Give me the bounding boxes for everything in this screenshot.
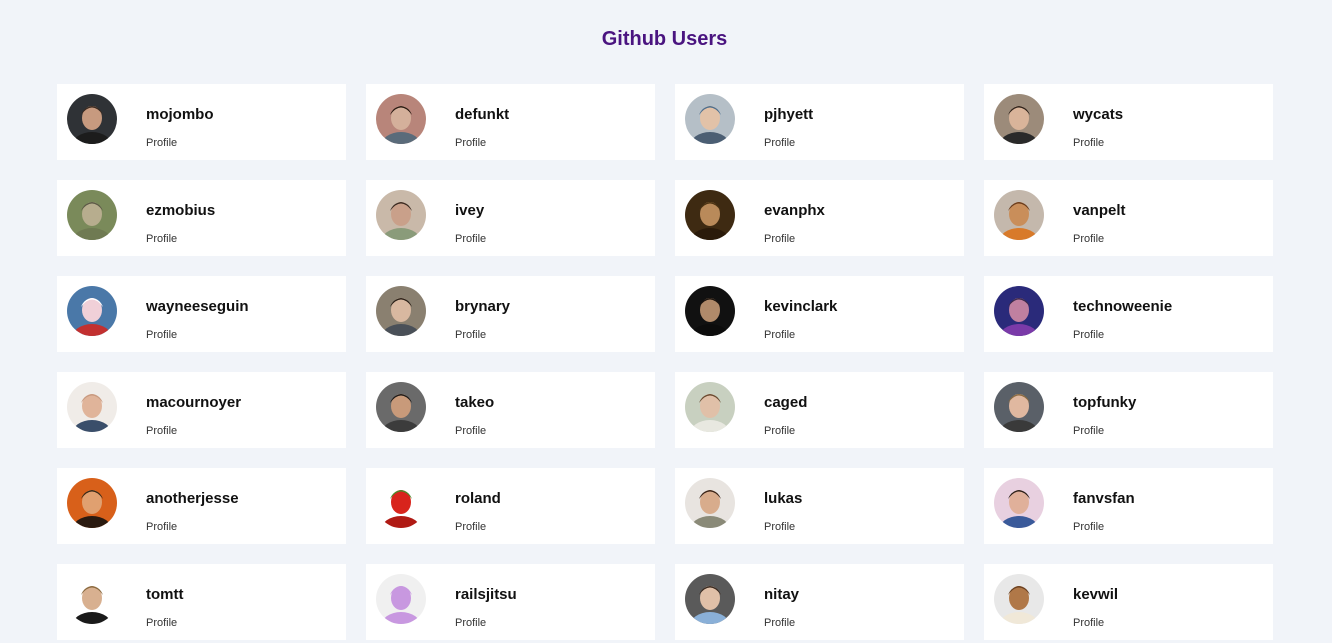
profile-link[interactable]: Profile xyxy=(1073,520,1104,534)
avatar[interactable] xyxy=(67,286,117,336)
user-card: technoweenie Profile xyxy=(984,276,1273,352)
profile-link[interactable]: Profile xyxy=(1073,424,1104,438)
avatar[interactable] xyxy=(685,478,735,528)
user-login[interactable]: defunkt xyxy=(455,105,509,125)
avatar[interactable] xyxy=(994,286,1044,336)
avatar[interactable] xyxy=(376,478,426,528)
avatar[interactable] xyxy=(67,382,117,432)
profile-link[interactable]: Profile xyxy=(1073,136,1104,150)
profile-link[interactable]: Profile xyxy=(455,136,486,150)
avatar[interactable] xyxy=(67,478,117,528)
user-login[interactable]: fanvsfan xyxy=(1073,489,1135,509)
avatar[interactable] xyxy=(376,382,426,432)
user-card: lukas Profile xyxy=(675,468,964,544)
avatar[interactable] xyxy=(376,94,426,144)
user-login[interactable]: vanpelt xyxy=(1073,201,1126,221)
user-card: anotherjesse Profile xyxy=(57,468,346,544)
user-login[interactable]: pjhyett xyxy=(764,105,813,125)
profile-link[interactable]: Profile xyxy=(455,520,486,534)
user-login[interactable]: evanphx xyxy=(764,201,825,221)
avatar[interactable] xyxy=(376,574,426,624)
user-card: kevinclark Profile xyxy=(675,276,964,352)
profile-link[interactable]: Profile xyxy=(1073,328,1104,342)
profile-link[interactable]: Profile xyxy=(764,616,795,630)
user-login[interactable]: caged xyxy=(764,393,807,413)
user-card: kevwil Profile xyxy=(984,564,1273,640)
user-login[interactable]: topfunky xyxy=(1073,393,1136,413)
avatar[interactable] xyxy=(67,94,117,144)
user-card: ivey Profile xyxy=(366,180,655,256)
user-login[interactable]: mojombo xyxy=(146,105,214,125)
profile-link[interactable]: Profile xyxy=(764,328,795,342)
user-login[interactable]: brynary xyxy=(455,297,510,317)
profile-link[interactable]: Profile xyxy=(146,616,177,630)
profile-link[interactable]: Profile xyxy=(455,232,486,246)
avatar[interactable] xyxy=(685,382,735,432)
profile-link[interactable]: Profile xyxy=(455,616,486,630)
user-card: brynary Profile xyxy=(366,276,655,352)
avatar[interactable] xyxy=(67,574,117,624)
user-login[interactable]: roland xyxy=(455,489,501,509)
profile-link[interactable]: Profile xyxy=(1073,616,1104,630)
user-card: nitay Profile xyxy=(675,564,964,640)
user-login[interactable]: anotherjesse xyxy=(146,489,239,509)
user-card: caged Profile xyxy=(675,372,964,448)
user-login[interactable]: railsjitsu xyxy=(455,585,517,605)
user-login[interactable]: ivey xyxy=(455,201,484,221)
avatar[interactable] xyxy=(685,574,735,624)
user-login[interactable]: nitay xyxy=(764,585,799,605)
profile-link[interactable]: Profile xyxy=(146,328,177,342)
user-card: macournoyer Profile xyxy=(57,372,346,448)
user-card: topfunky Profile xyxy=(984,372,1273,448)
profile-link[interactable]: Profile xyxy=(455,424,486,438)
user-login[interactable]: kevwil xyxy=(1073,585,1118,605)
user-login[interactable]: technoweenie xyxy=(1073,297,1172,317)
profile-link[interactable]: Profile xyxy=(146,520,177,534)
avatar[interactable] xyxy=(994,574,1044,624)
avatar[interactable] xyxy=(685,286,735,336)
user-card: takeo Profile xyxy=(366,372,655,448)
user-card: evanphx Profile xyxy=(675,180,964,256)
avatar[interactable] xyxy=(994,478,1044,528)
avatar[interactable] xyxy=(685,94,735,144)
avatar[interactable] xyxy=(67,190,117,240)
user-card: tomtt Profile xyxy=(57,564,346,640)
user-card: ezmobius Profile xyxy=(57,180,346,256)
avatar[interactable] xyxy=(376,190,426,240)
avatar[interactable] xyxy=(685,190,735,240)
avatar[interactable] xyxy=(994,94,1044,144)
user-login[interactable]: ezmobius xyxy=(146,201,215,221)
profile-link[interactable]: Profile xyxy=(764,136,795,150)
profile-link[interactable]: Profile xyxy=(146,232,177,246)
avatar[interactable] xyxy=(994,382,1044,432)
user-card: wayneeseguin Profile xyxy=(57,276,346,352)
user-login[interactable]: wayneeseguin xyxy=(146,297,249,317)
user-card: fanvsfan Profile xyxy=(984,468,1273,544)
user-card: pjhyett Profile xyxy=(675,84,964,160)
profile-link[interactable]: Profile xyxy=(146,136,177,150)
user-login[interactable]: lukas xyxy=(764,489,802,509)
user-login[interactable]: kevinclark xyxy=(764,297,837,317)
user-card: vanpelt Profile xyxy=(984,180,1273,256)
profile-link[interactable]: Profile xyxy=(764,232,795,246)
profile-link[interactable]: Profile xyxy=(764,424,795,438)
profile-link[interactable]: Profile xyxy=(455,328,486,342)
avatar[interactable] xyxy=(994,190,1044,240)
user-card: roland Profile xyxy=(366,468,655,544)
user-card: wycats Profile xyxy=(984,84,1273,160)
users-grid: mojombo Profile defunkt Profile pjhyett Profi… xyxy=(57,84,1273,640)
user-login[interactable]: tomtt xyxy=(146,585,184,605)
profile-link[interactable]: Profile xyxy=(146,424,177,438)
profile-link[interactable]: Profile xyxy=(764,520,795,534)
profile-link[interactable]: Profile xyxy=(1073,232,1104,246)
user-login[interactable]: wycats xyxy=(1073,105,1123,125)
user-card: defunkt Profile xyxy=(366,84,655,160)
page-title: Github Users xyxy=(601,28,728,50)
user-login[interactable]: takeo xyxy=(455,393,494,413)
avatar[interactable] xyxy=(376,286,426,336)
user-card: mojombo Profile xyxy=(57,84,346,160)
user-card: railsjitsu Profile xyxy=(366,564,655,640)
user-login[interactable]: macournoyer xyxy=(146,393,241,413)
